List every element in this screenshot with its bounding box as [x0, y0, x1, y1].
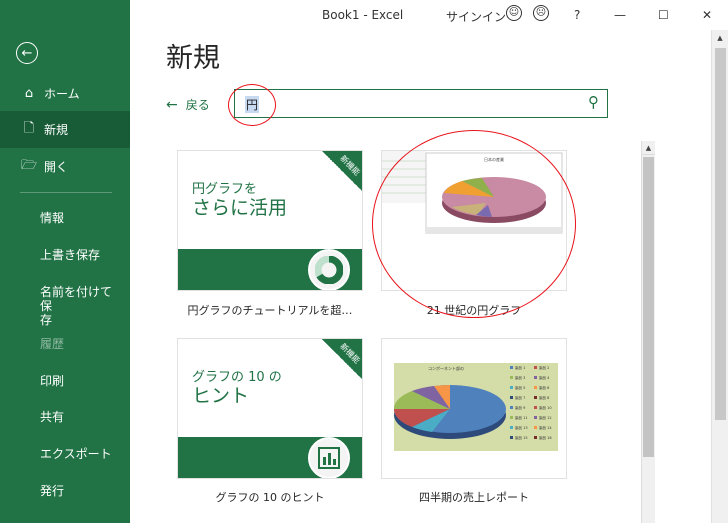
quarterly-pie-thumbnail: コンポーネント部の 製品 1 製品 2 製品 3 製品 4 製品 5 製品 6 製品 7 製品…: [393, 363, 558, 451]
search-icon[interactable]: ⚲: [588, 93, 599, 111]
template-card-pie-tutorial[interactable]: 円グラフを さらに活用 新機能: [177, 150, 363, 291]
bar-chart-icon: [308, 437, 350, 478]
legend-swatch: [534, 406, 537, 409]
legend-swatch: [510, 386, 513, 389]
page-title: 新規: [166, 43, 220, 74]
legend-label: 製品 4: [539, 375, 550, 380]
card-caption[interactable]: 円グラフのチュートリアルを超…: [177, 302, 363, 318]
legend-label: 製品 3: [515, 375, 525, 380]
sidebar-item-publish[interactable]: 発行: [40, 484, 64, 498]
new-feature-ribbon: 新機能: [321, 151, 362, 192]
open-folder-icon: 🗁: [20, 157, 38, 173]
legend-swatch: [510, 366, 513, 369]
pie-chart-thumbnail: 日本の産業: [382, 151, 563, 234]
new-document-icon: 🗋: [23, 120, 35, 136]
sidebar-item-home[interactable]: ⌂ ホーム: [0, 75, 130, 112]
legend-label: 製品 13: [515, 425, 528, 430]
back-arrow-icon[interactable]: ←: [16, 42, 38, 64]
sidebar-item-save[interactable]: 上書き保存: [40, 248, 100, 262]
sidebar-item-save-as[interactable]: 名前を付けて保 存: [40, 285, 120, 327]
template-card-quarterly-sales[interactable]: コンポーネント部の 製品 1 製品 2 製品 3 製品 4 製品 5 製品 6 製品 7 製品…: [381, 338, 567, 479]
sidebar-item-export[interactable]: エクスポート: [40, 447, 112, 461]
legend-swatch: [510, 416, 513, 419]
thumb-title: 日本の産業: [484, 156, 504, 162]
template-list-scrollbar[interactable]: ▲: [641, 141, 655, 523]
maximize-button[interactable]: ☐: [658, 8, 669, 22]
thumb-title: コンポーネント部の: [428, 365, 464, 371]
legend-swatch: [534, 366, 537, 369]
legend-swatch: [534, 426, 537, 429]
scroll-up-icon[interactable]: ▲: [712, 30, 728, 46]
sidebar-item-info[interactable]: 情報: [40, 211, 64, 225]
minimize-button[interactable]: —: [614, 8, 626, 22]
sidebar-item-label: ホーム: [44, 87, 80, 101]
sidebar-item-open[interactable]: 🗁 開く: [0, 148, 130, 185]
search-value: 円: [245, 96, 260, 113]
legend-label: 製品 6: [539, 385, 549, 390]
signin-link[interactable]: サインイン: [446, 8, 506, 25]
help-button[interactable]: ?: [574, 8, 580, 22]
legend-swatch: [534, 396, 537, 399]
title-bar: Book1 - Excel サインイン ☺ ☹ ? — ☐ ✕: [130, 0, 728, 30]
legend-swatch: [534, 376, 537, 379]
legend-label: 製品 9: [515, 405, 525, 410]
card-caption[interactable]: 21 世紀の円グラフ: [381, 302, 567, 318]
card-caption[interactable]: 四半期の売上レポート: [381, 489, 567, 505]
sidebar-item-history: 履歴: [40, 337, 65, 351]
backstage-sidebar: ← ⌂ ホーム 🗋 新規 🗁 開く 情報 上書き保存 名前を付けて保 存 履歴 …: [0, 0, 130, 523]
sidebar-item-share[interactable]: 共有: [40, 410, 64, 424]
card-caption[interactable]: グラフの 10 のヒント: [177, 489, 363, 505]
legend-swatch: [534, 386, 537, 389]
donut-chart-icon: [308, 249, 350, 290]
legend-label: 製品 16: [539, 435, 552, 440]
document-title: Book1 - Excel: [322, 8, 404, 22]
sidebar-divider: [20, 192, 112, 193]
legend-label: 製品 7: [515, 395, 525, 400]
scroll-thumb[interactable]: [643, 157, 654, 457]
legend-swatch: [510, 376, 513, 379]
home-icon: ⌂: [24, 86, 34, 101]
frown-feedback-icon[interactable]: ☹: [533, 5, 549, 21]
smile-feedback-icon[interactable]: ☺: [506, 5, 522, 21]
card-headline-line2: さらに活用: [192, 197, 288, 219]
legend-label: 製品 5: [515, 385, 525, 390]
legend-label: 製品 10: [539, 405, 552, 410]
legend-label: 製品 8: [539, 395, 549, 400]
sidebar-item-print[interactable]: 印刷: [40, 374, 64, 388]
legend-label: 製品 12: [539, 415, 552, 420]
legend-label: 製品 11: [515, 415, 528, 420]
legend-label: 製品 15: [515, 435, 528, 440]
legend-swatch: [510, 406, 513, 409]
sidebar-item-label: 新規: [44, 123, 69, 137]
new-feature-ribbon: 新機能: [321, 339, 362, 380]
back-label: 戻る: [185, 98, 210, 112]
template-card-21st-century-pie[interactable]: 日本の産業: [381, 150, 567, 291]
template-card-chart-tips[interactable]: グラフの 10 の ヒント 新機能: [177, 338, 363, 479]
scroll-thumb[interactable]: [715, 48, 726, 420]
back-link[interactable]: ← 戻る: [166, 96, 210, 113]
legend-swatch: [510, 426, 513, 429]
legend-swatch: [510, 396, 513, 399]
legend-label: 製品 2: [539, 365, 549, 370]
window-scrollbar[interactable]: ▲: [711, 30, 728, 523]
sidebar-item-label: 開く: [44, 160, 69, 174]
left-arrow-icon: ←: [166, 96, 178, 113]
legend-swatch: [534, 416, 537, 419]
legend-label: 製品 14: [539, 425, 552, 430]
template-search-input[interactable]: 円 ⚲: [234, 89, 608, 118]
card-headline-line2: ヒント: [192, 385, 250, 407]
sidebar-item-new[interactable]: 🗋 新規: [0, 111, 130, 148]
legend-label: 製品 1: [515, 365, 525, 370]
legend-swatch: [510, 436, 513, 439]
close-button[interactable]: ✕: [702, 8, 712, 22]
scroll-up-icon[interactable]: ▲: [642, 141, 655, 155]
legend-swatch: [534, 436, 537, 439]
